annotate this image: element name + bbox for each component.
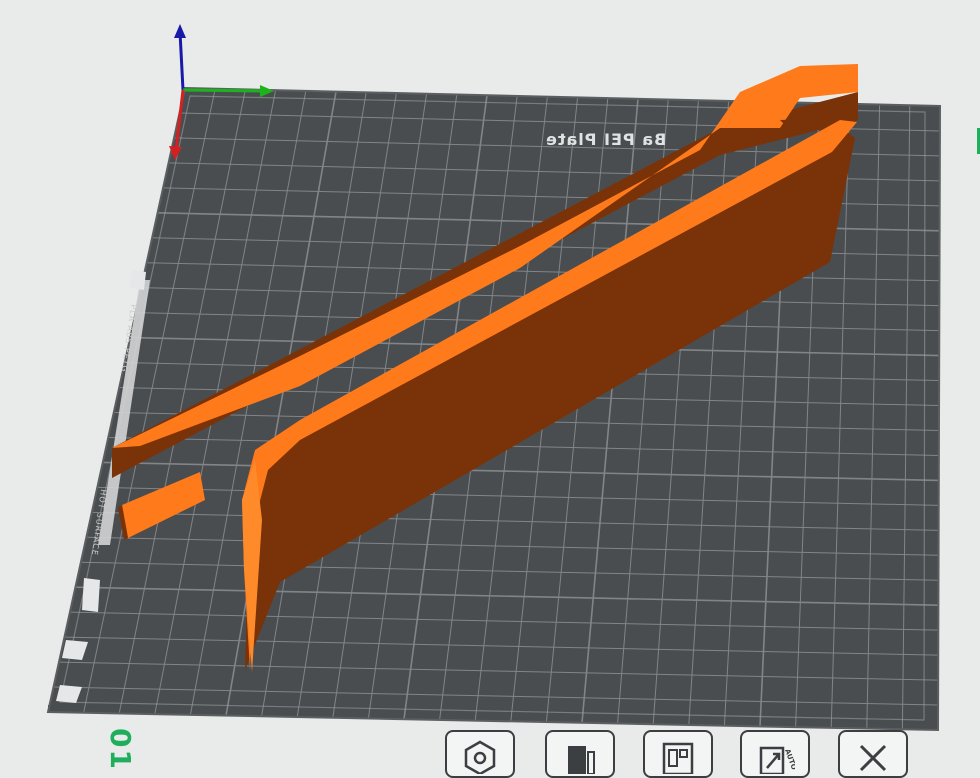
auto-orient-button[interactable]: AUTO <box>740 730 810 778</box>
close-plate-button[interactable] <box>838 730 908 778</box>
auto-label: AUTO <box>783 748 795 771</box>
viewport-canvas[interactable] <box>0 0 980 769</box>
plate-toolbar: AUTO <box>440 726 980 778</box>
3d-viewport[interactable]: Ba PEI Plate PLA ABS PETG HOT SURFACE 01 <box>0 0 980 771</box>
orient-button[interactable] <box>445 730 515 778</box>
layout-button[interactable] <box>643 730 713 778</box>
arrange-button[interactable] <box>545 730 615 778</box>
plate-label: Ba PEI Plate <box>545 130 667 149</box>
plate-number: 01 <box>104 728 137 771</box>
